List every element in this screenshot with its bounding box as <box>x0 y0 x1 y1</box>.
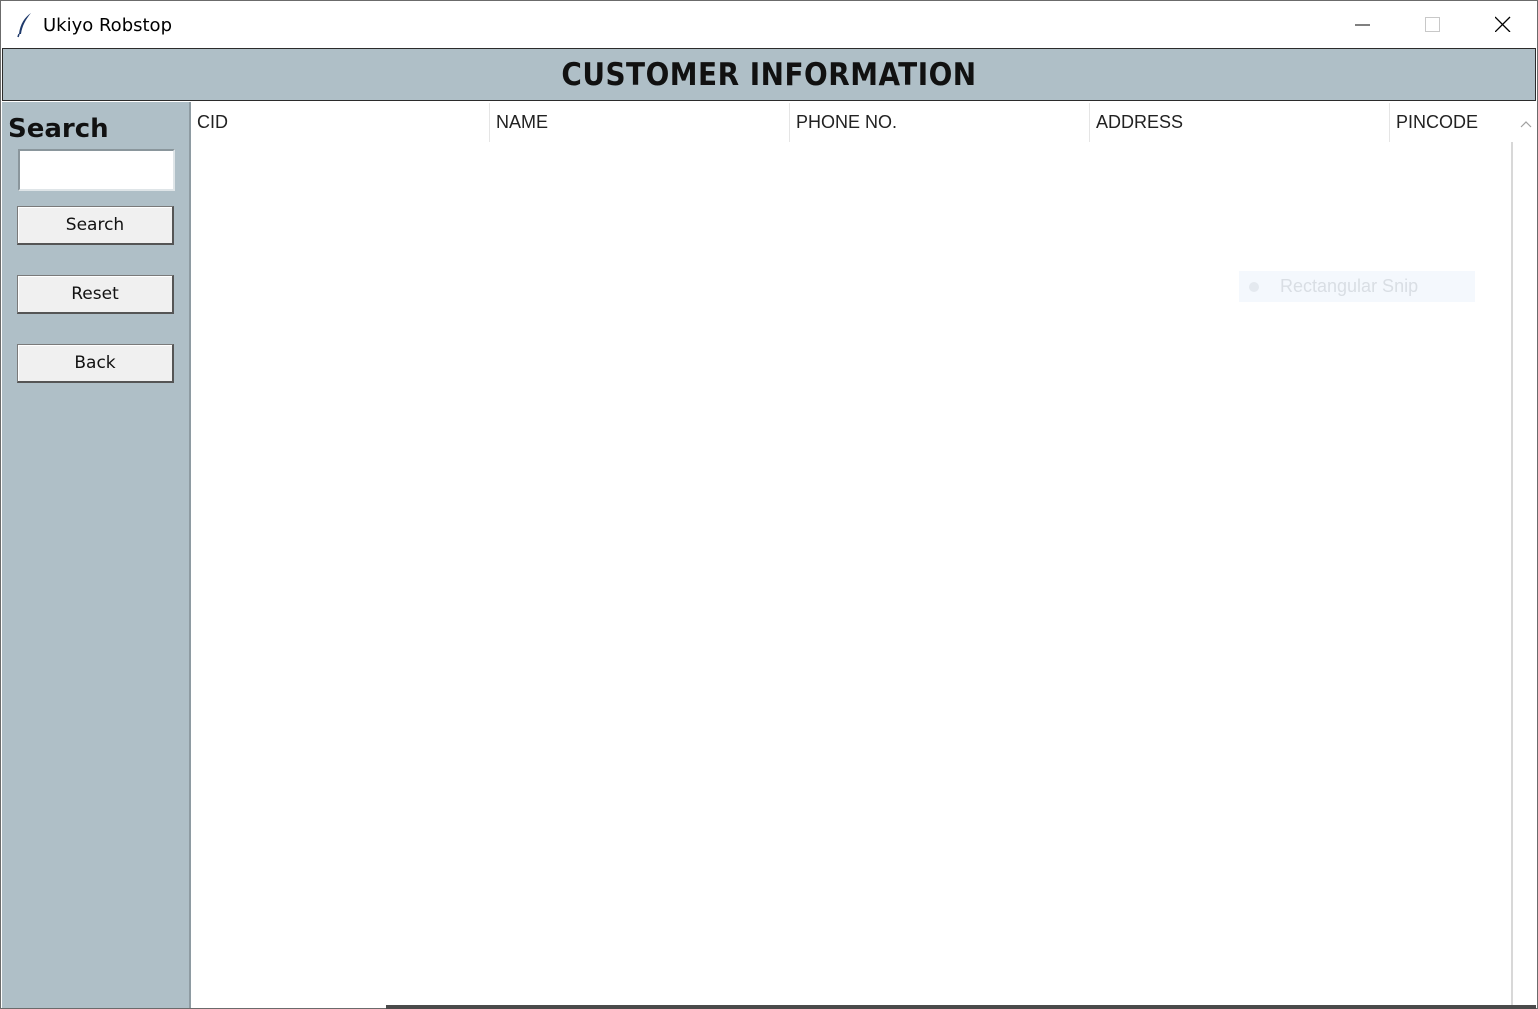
title-bar: Ukiyo Robstop <box>1 1 1537 48</box>
taskbar-edge <box>386 1005 1536 1009</box>
column-header-phone[interactable]: PHONE NO. <box>790 103 1090 142</box>
window-title: Ukiyo Robstop <box>43 15 172 36</box>
close-icon <box>1495 16 1511 32</box>
minimize-button[interactable] <box>1328 1 1398 48</box>
search-label: Search <box>8 114 109 144</box>
feather-icon <box>15 12 35 38</box>
search-button[interactable]: Search <box>17 206 174 245</box>
column-header-pincode[interactable]: PINCODE <box>1390 103 1513 142</box>
column-header-address[interactable]: ADDRESS <box>1090 103 1390 142</box>
scroll-up-icon[interactable] <box>1520 113 1532 132</box>
close-button[interactable] <box>1468 1 1537 48</box>
reset-button[interactable]: Reset <box>17 275 174 314</box>
vertical-scrollbar[interactable] <box>1511 103 1537 1008</box>
app-window: Ukiyo Robstop CUSTOMER INFORMATION Searc… <box>0 0 1538 1009</box>
snip-dot-icon <box>1249 281 1259 292</box>
column-header-cid[interactable]: CID <box>191 103 490 142</box>
back-button[interactable]: Back <box>17 344 174 383</box>
table-header: CID NAME PHONE NO. ADDRESS PINCODE <box>191 103 1513 142</box>
snip-label: Rectangular Snip <box>1280 276 1419 296</box>
column-header-name[interactable]: NAME <box>490 103 790 142</box>
customer-table[interactable]: CID NAME PHONE NO. ADDRESS PINCODE Recta… <box>191 103 1513 1008</box>
page-title: CUSTOMER INFORMATION <box>561 57 977 93</box>
search-panel: Search Search Reset Back <box>2 102 191 1008</box>
search-input[interactable] <box>18 149 175 191</box>
maximize-button[interactable] <box>1398 1 1468 48</box>
header-banner: CUSTOMER INFORMATION <box>2 48 1536 101</box>
minimize-icon <box>1355 24 1370 26</box>
snip-overlay: Rectangular Snip <box>1239 271 1475 302</box>
maximize-icon <box>1425 17 1440 32</box>
